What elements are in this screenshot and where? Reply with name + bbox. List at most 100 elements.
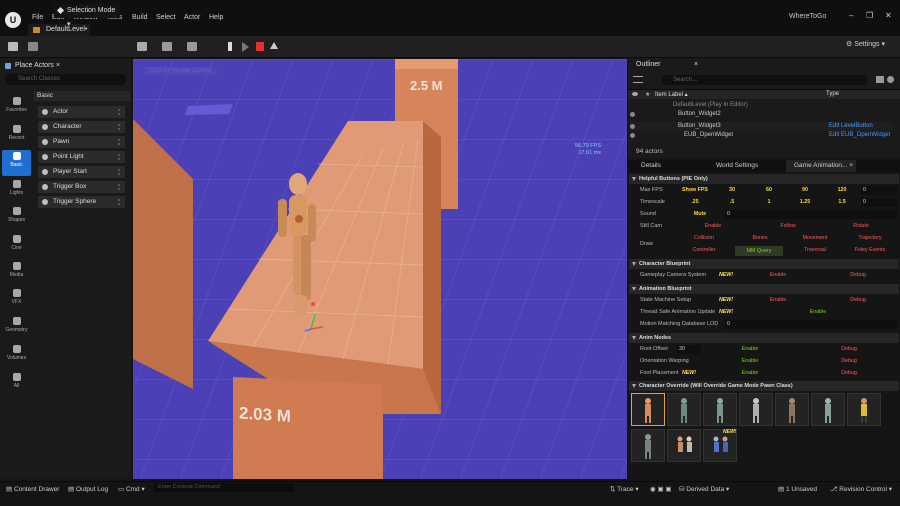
draw-controller-button[interactable]: Controller xyxy=(686,247,722,253)
fps-30-button[interactable]: 30 xyxy=(720,187,744,193)
timescale-1-button[interactable]: 1 xyxy=(757,199,781,205)
settings-button[interactable]: ⚙ Settings ▾ xyxy=(846,40,885,48)
menu-build[interactable]: Build xyxy=(132,14,148,21)
character-thumbnail[interactable] xyxy=(631,429,665,462)
cinematics-icon[interactable] xyxy=(187,42,197,51)
root-offset-field[interactable]: 30 xyxy=(677,345,701,354)
category-volumes[interactable]: Volumes xyxy=(2,343,31,369)
close-outliner-icon[interactable]: × xyxy=(694,61,698,68)
outliner-settings-icon[interactable] xyxy=(887,76,894,83)
outliner-row[interactable]: DefaultLevel (Play In Editor) xyxy=(630,101,892,110)
root-offset-enable-button[interactable]: Enable xyxy=(737,346,763,352)
section-character-blueprint[interactable]: Character Blueprint xyxy=(629,259,899,269)
level-viewport[interactable]: 2.5 M 2.03 M Click for Mouse Control 56.… xyxy=(133,59,627,479)
tab-details[interactable]: Details xyxy=(633,160,703,172)
search-classes-input[interactable]: Search Classes xyxy=(5,74,126,85)
category-vfx[interactable]: VFX xyxy=(2,287,31,313)
character-thumbnail[interactable] xyxy=(847,393,881,426)
trace-dropdown[interactable]: ⇅ Trace ▾ xyxy=(610,485,639,493)
play-icon[interactable] xyxy=(242,42,249,52)
foot-placement-enable-button[interactable]: Enable xyxy=(737,370,763,376)
camera-debug-button[interactable]: Debug xyxy=(845,272,871,278)
unreal-logo-icon[interactable]: U xyxy=(5,12,21,28)
maximize-button[interactable]: ❐ xyxy=(866,11,873,20)
edit-levelbutton-link[interactable]: Edit LevelButton xyxy=(829,122,873,131)
visibility-icon[interactable] xyxy=(630,112,635,117)
pause-icon[interactable] xyxy=(228,42,232,51)
category-lights[interactable]: Lights xyxy=(2,178,31,204)
actor-item-player-start[interactable]: Player Start xyxy=(38,166,125,178)
character-thumbnail[interactable] xyxy=(811,393,845,426)
section-character-override[interactable]: Character Override (Will Override Game M… xyxy=(629,381,899,391)
content-drawer-button[interactable]: ▤ Content Drawer xyxy=(6,485,59,493)
show-fps-button[interactable]: Show FPS xyxy=(680,187,710,193)
menu-actor[interactable]: Actor xyxy=(184,14,200,21)
camera-enable-button[interactable]: Enable xyxy=(765,272,791,278)
category-favorites[interactable]: Favorites xyxy=(2,95,31,121)
category-shapes[interactable]: Shapes xyxy=(2,205,31,231)
stop-icon[interactable] xyxy=(256,42,264,51)
actor-item-character[interactable]: Character xyxy=(38,121,125,133)
menu-select[interactable]: Select xyxy=(156,14,175,21)
still-cam-enable-button[interactable]: Enable xyxy=(695,223,731,229)
character-thumbnail[interactable] xyxy=(703,393,737,426)
fps-60-button[interactable]: 60 xyxy=(757,187,781,193)
column-type[interactable]: Type xyxy=(826,91,839,97)
level-tab[interactable]: DefaultLevel• xyxy=(28,24,90,36)
outliner-row[interactable]: EUB_OpenWidget Edit EUB_OpenWidget xyxy=(630,131,892,140)
root-offset-debug-button[interactable]: Debug xyxy=(836,346,862,352)
max-fps-field[interactable]: 0 xyxy=(861,186,897,195)
add-actor-icon[interactable] xyxy=(137,42,147,51)
section-anim-nodes[interactable]: Anim Nodes xyxy=(629,333,899,343)
draw-collision-button[interactable]: Collision xyxy=(686,235,722,241)
category-geometry[interactable]: Geometry xyxy=(2,315,31,341)
derived-data-dropdown[interactable]: ⛁ Derived Data ▾ xyxy=(679,485,729,493)
character-thumbnail[interactable] xyxy=(631,393,665,426)
draw-traversal-button[interactable]: Traversal xyxy=(797,247,833,253)
timescale-05-button[interactable]: .5 xyxy=(720,199,744,205)
actor-item-actor[interactable]: Actor xyxy=(38,106,125,118)
outliner-row[interactable]: Button_Widget2 xyxy=(630,110,892,119)
category-media[interactable]: Media xyxy=(2,260,31,286)
actor-item-trigger-sphere[interactable]: Trigger Sphere xyxy=(38,196,125,208)
selection-mode-dropdown[interactable]: Selection Mode ▾ xyxy=(54,4,120,28)
column-item-label[interactable]: Item Label ▴ xyxy=(655,91,688,98)
category-basic[interactable]: Basic xyxy=(2,150,31,176)
tab-world-settings[interactable]: World Settings xyxy=(708,160,784,172)
state-machine-enable-button[interactable]: Enable xyxy=(765,297,791,303)
close-tab-icon[interactable]: × xyxy=(56,62,60,69)
draw-foley-events-button[interactable]: Foley Events xyxy=(852,247,888,253)
mute-button[interactable]: Mute xyxy=(683,211,717,217)
add-folder-icon[interactable] xyxy=(876,76,884,83)
menu-help[interactable]: Help xyxy=(209,14,223,21)
blueprint-icon[interactable] xyxy=(162,42,172,51)
state-machine-debug-button[interactable]: Debug xyxy=(845,297,871,303)
actor-item-point-light[interactable]: Point Light xyxy=(38,151,125,163)
character-thumbnail[interactable] xyxy=(667,393,701,426)
draw-bones-button[interactable]: Bones xyxy=(742,235,778,241)
character-thumbnail[interactable] xyxy=(739,393,773,426)
menu-file[interactable]: File xyxy=(32,14,43,21)
tab-game-animation[interactable]: Game Animation... × xyxy=(786,160,856,172)
actor-item-pawn[interactable]: Pawn xyxy=(38,136,125,148)
still-cam-rotate-button[interactable]: Rotate xyxy=(843,223,879,229)
browse-icon[interactable] xyxy=(28,42,38,51)
minimize-button[interactable]: – xyxy=(849,11,853,20)
visibility-icon[interactable] xyxy=(630,133,635,138)
unsaved-button[interactable]: ▤ 1 Unsaved xyxy=(778,485,817,493)
close-window-button[interactable]: ✕ xyxy=(885,11,892,20)
character-thumbnail[interactable]: NEW! xyxy=(703,429,737,462)
visibility-icon[interactable] xyxy=(630,124,635,129)
section-animation-blueprint[interactable]: Animation Blueprint xyxy=(629,284,899,294)
still-cam-follow-button[interactable]: Follow xyxy=(770,223,806,229)
filter-icon[interactable] xyxy=(633,76,643,83)
mm-lod-field[interactable]: 0 xyxy=(725,320,897,329)
save-icon[interactable] xyxy=(8,42,18,51)
eject-icon[interactable] xyxy=(270,42,278,49)
timescale-15-button[interactable]: 1.5 xyxy=(830,199,854,205)
output-log-button[interactable]: ▤ Output Log xyxy=(68,485,108,493)
timescale-025-button[interactable]: .25 xyxy=(683,199,707,205)
category-recent[interactable]: Recent xyxy=(2,123,31,149)
foot-placement-debug-button[interactable]: Debug xyxy=(836,370,862,376)
thread-safe-enable-button[interactable]: Enable xyxy=(805,309,831,315)
